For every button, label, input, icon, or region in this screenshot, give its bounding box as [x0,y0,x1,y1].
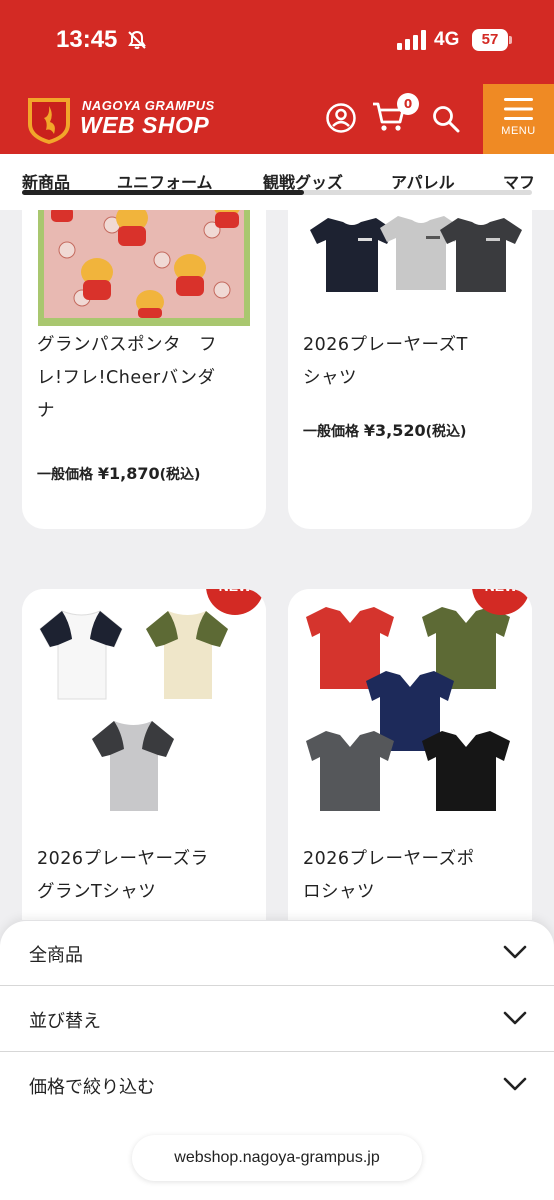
battery-tip [509,36,512,44]
brand-title[interactable]: WEB SHOP [80,112,209,139]
chevron-down-icon [503,1011,527,1025]
cart-count-badge: 0 [397,93,419,115]
category-tabs: 新商品 ユニフォーム 観戦グッズ アパレル マフ [0,154,554,210]
tab-scroll-indicator[interactable] [22,190,304,195]
product-name-line: ナ [37,401,55,421]
battery-level: 57 [481,31,499,48]
filter-sort[interactable]: 並び替え [0,987,554,1052]
price-amount: ¥1,870 [97,464,160,483]
product-name-line: グランTシャツ [37,882,157,902]
bell-muted-icon [128,30,146,49]
search-icon[interactable] [431,104,461,134]
filter-price[interactable]: 価格で絞り込む [0,1053,554,1118]
product-price: 一般価格 ¥1,870(税込) [37,464,200,484]
product-name-line: レ!フレ!Cheerバンダ [37,368,216,388]
signal-icon [397,30,426,50]
bandana-image [38,210,250,326]
network-type: 4G [434,29,460,50]
product-image-bandana[interactable] [22,210,266,332]
product-card[interactable]: グランパスポンタ フ レ!フレ!Cheerバンダ ナ 一般価格 ¥1,870(税… [22,210,266,529]
price-amount: ¥3,520 [363,421,426,440]
product-name[interactable]: 2026プレーヤーズポ ロシャツ [303,843,475,909]
tax-label: (税込) [159,467,201,483]
filter-all-products[interactable]: 全商品 [0,921,554,986]
product-card[interactable]: 2026プレーヤーズT シャツ 一般価格 ¥3,520(税込) [288,210,532,529]
product-name-line: 2026プレーヤーズラ [37,849,209,869]
polo-shirt-image [306,607,510,811]
raglan-tshirt-image [39,610,228,811]
price-label: 一般価格 [303,424,359,440]
product-name-line: 2026プレーヤーズポ [303,849,475,869]
product-image-polo[interactable] [288,589,532,832]
product-price: 一般価格 ¥3,520(税込) [303,421,466,441]
menu-button[interactable]: MENU [483,84,554,154]
filter-label: 全商品 [29,945,83,966]
product-name[interactable]: グランパスポンタ フ レ!フレ!Cheerバンダ ナ [37,329,217,428]
product-card[interactable]: NEW 2026プレーヤーズラ グランTシャツ [22,589,266,920]
product-grid[interactable]: グランパスポンタ フ レ!フレ!Cheerバンダ ナ 一般価格 ¥1,870(税… [0,210,554,920]
status-bar: 13:45 4G 57 [0,0,554,84]
brand-top-text: NAGOYA GRAMPUS [82,98,215,113]
address-bar[interactable]: webshop.nagoya-grampus.jp [132,1135,422,1181]
hamburger-icon [504,98,533,120]
product-name[interactable]: 2026プレーヤーズT シャツ [303,329,468,395]
status-time: 13:45 [56,26,118,53]
battery-icon: 57 [472,29,508,51]
chevron-down-icon [503,1077,527,1091]
product-name[interactable]: 2026プレーヤーズラ グランTシャツ [37,843,209,909]
tshirt-image [310,216,522,292]
price-label: 一般価格 [37,467,93,483]
product-name-line: 2026プレーヤーズT [303,335,468,355]
chevron-down-icon [503,945,527,959]
product-name-line: シャツ [303,368,357,388]
filter-label: 価格で絞り込む [29,1077,155,1098]
product-name-line: グランパスポンタ フ [37,335,217,355]
product-card[interactable]: NEW 2026プレーヤーズポ ロシャツ [288,589,532,920]
grampus-logo[interactable] [24,94,74,146]
user-icon[interactable] [325,102,357,134]
product-name-line: ロシャツ [303,882,375,902]
product-image-raglan[interactable] [22,589,266,832]
menu-label: MENU [501,125,536,137]
filter-label: 並び替え [29,1011,101,1032]
tax-label: (税込) [425,424,467,440]
site-header: NAGOYA GRAMPUS WEB SHOP 0 MENU [0,84,554,154]
product-image-tshirt[interactable] [288,210,532,332]
